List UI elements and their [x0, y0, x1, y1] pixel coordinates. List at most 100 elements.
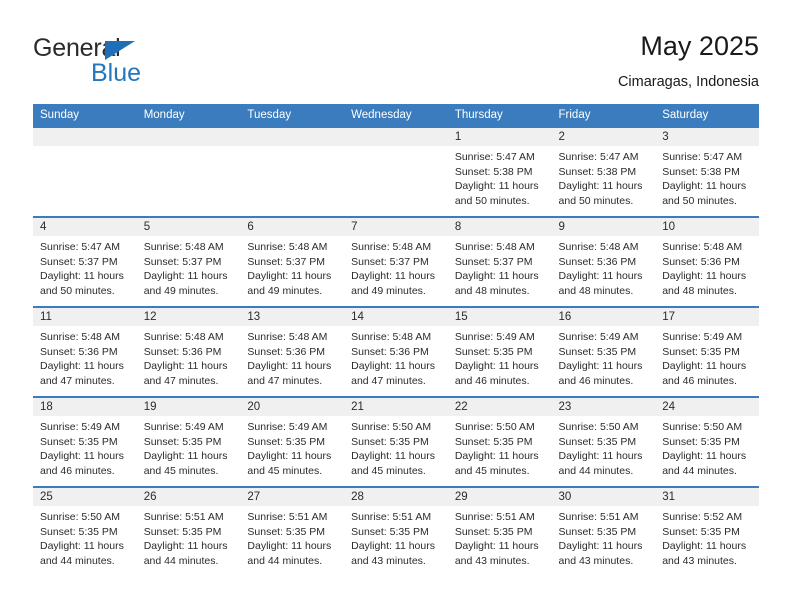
daylight-text-line2: and 44 minutes. [143, 554, 219, 567]
day-number: 27 [240, 488, 345, 506]
calendar-day-cell[interactable]: 8 Sunrise: 5:48 AM Sunset: 5:37 PM Daylight… [447, 216, 552, 307]
daylight-text-line1: Daylight: 11 hours [454, 450, 539, 463]
calendar-day-cell[interactable]: 22 Sunrise: 5:50 AM Sunset: 5:35 PM Dayligh… [447, 396, 552, 487]
day-details: Sunrise: 5:47 AM Sunset: 5:37 PM Daylight:… [33, 236, 137, 298]
calendar-day-cell[interactable]: 3 Sunrise: 5:47 AM Sunset: 5:38 PM Daylight… [655, 126, 759, 217]
daylight-text-line1: Daylight: 11 hours [662, 450, 747, 463]
calendar-day-cell[interactable]: 20 Sunrise: 5:49 AM Sunset: 5:35 PM Dayligh… [240, 396, 345, 487]
daylight-text-line2: and 49 minutes. [247, 284, 323, 297]
daylight-text-line1: Daylight: 11 hours [40, 450, 124, 463]
cell-inner: 7 Sunrise: 5:48 AM Sunset: 5:37 PM Daylight… [344, 218, 448, 306]
calendar-day-cell[interactable]: 28 Sunrise: 5:51 AM Sunset: 5:35 PM Dayligh… [344, 486, 448, 576]
day-details: Sunrise: 5:48 AM Sunset: 5:36 PM Daylight:… [137, 326, 241, 388]
day-number: 28 [344, 488, 448, 506]
cell-inner [344, 128, 448, 216]
calendar-day-cell[interactable]: 29 Sunrise: 5:51 AM Sunset: 5:35 PM Dayligh… [447, 486, 552, 576]
day-details: Sunrise: 5:48 AM Sunset: 5:36 PM Daylight:… [655, 236, 759, 298]
calendar-day-cell[interactable]: 24 Sunrise: 5:50 AM Sunset: 5:35 PM Dayligh… [655, 396, 759, 487]
cell-inner: 11 Sunrise: 5:48 AM Sunset: 5:36 PM Dayligh… [33, 308, 137, 396]
calendar-body: 1 Sunrise: 5:47 AM Sunset: 5:38 PM Daylight… [33, 126, 759, 576]
calendar-day-cell[interactable]: 23 Sunrise: 5:50 AM Sunset: 5:35 PM Dayligh… [551, 396, 656, 487]
daylight-text-line2: and 48 minutes. [454, 284, 530, 297]
day-number: 23 [551, 398, 656, 416]
day-number: 8 [447, 218, 552, 236]
sunset-text: Sunset: 5:35 PM [247, 435, 326, 448]
day-details: Sunrise: 5:50 AM Sunset: 5:35 PM Daylight:… [448, 416, 552, 478]
day-number: 17 [655, 308, 759, 326]
daylight-text-line2: and 47 minutes. [247, 374, 323, 387]
calendar-day-cell[interactable]: 19 Sunrise: 5:49 AM Sunset: 5:35 PM Dayligh… [136, 396, 241, 487]
cell-inner: 23 Sunrise: 5:50 AM Sunset: 5:35 PM Dayligh… [551, 398, 656, 486]
calendar-day-cell[interactable]: 13 Sunrise: 5:48 AM Sunset: 5:36 PM Dayligh… [240, 306, 345, 397]
sunrise-text: Sunrise: 5:48 AM [143, 331, 224, 343]
day-details: Sunrise: 5:52 AM Sunset: 5:35 PM Daylight:… [655, 506, 759, 568]
daylight-text-line1: Daylight: 11 hours [40, 540, 124, 553]
day-details: Sunrise: 5:50 AM Sunset: 5:35 PM Daylight:… [655, 416, 759, 478]
cell-inner [33, 128, 137, 216]
day-details: Sunrise: 5:48 AM Sunset: 5:36 PM Daylight:… [552, 236, 656, 298]
calendar-day-cell[interactable]: 30 Sunrise: 5:51 AM Sunset: 5:35 PM Dayligh… [551, 486, 656, 576]
calendar-day-cell[interactable]: 1 Sunrise: 5:47 AM Sunset: 5:38 PM Daylight… [447, 126, 552, 217]
day-number: 12 [136, 308, 241, 326]
day-number: 5 [136, 218, 241, 236]
daylight-text-line1: Daylight: 11 hours [662, 270, 747, 283]
calendar-day-cell[interactable]: 7 Sunrise: 5:48 AM Sunset: 5:37 PM Daylight… [344, 216, 448, 307]
calendar-day-cell[interactable]: 14 Sunrise: 5:48 AM Sunset: 5:36 PM Dayligh… [344, 306, 448, 397]
sunrise-text: Sunrise: 5:48 AM [662, 241, 743, 253]
day-details: Sunrise: 5:48 AM Sunset: 5:37 PM Daylight:… [137, 236, 241, 298]
cell-inner: 28 Sunrise: 5:51 AM Sunset: 5:35 PM Dayligh… [344, 488, 448, 576]
cell-inner: 2 Sunrise: 5:47 AM Sunset: 5:38 PM Daylight… [551, 128, 656, 216]
day-number [240, 128, 345, 146]
calendar-day-cell[interactable]: 16 Sunrise: 5:49 AM Sunset: 5:35 PM Dayligh… [551, 306, 656, 397]
calendar-day-cell[interactable]: 5 Sunrise: 5:48 AM Sunset: 5:37 PM Daylight… [136, 216, 241, 307]
calendar-day-cell[interactable]: 17 Sunrise: 5:49 AM Sunset: 5:35 PM Dayligh… [655, 306, 759, 397]
day-number: 29 [447, 488, 552, 506]
calendar-day-cell[interactable]: 25 Sunrise: 5:50 AM Sunset: 5:35 PM Dayligh… [33, 486, 137, 576]
sunrise-text: Sunrise: 5:47 AM [558, 151, 639, 163]
calendar-day-cell[interactable]: 27 Sunrise: 5:51 AM Sunset: 5:35 PM Dayligh… [240, 486, 345, 576]
generalblue-logo[interactable]: General Blue [33, 34, 213, 87]
sunset-text: Sunset: 5:35 PM [454, 345, 533, 358]
calendar-cell-empty [33, 126, 137, 217]
calendar-day-cell[interactable]: 9 Sunrise: 5:48 AM Sunset: 5:36 PM Daylight… [551, 216, 656, 307]
day-number: 22 [447, 398, 552, 416]
calendar-week-row: 18 Sunrise: 5:49 AM Sunset: 5:35 PM Dayligh… [33, 396, 759, 487]
daylight-text-line2: and 43 minutes. [558, 554, 634, 567]
sunrise-text: Sunrise: 5:49 AM [662, 331, 743, 343]
day-details: Sunrise: 5:48 AM Sunset: 5:36 PM Daylight:… [240, 326, 344, 388]
daylight-text-line2: and 43 minutes. [454, 554, 530, 567]
sunrise-text: Sunrise: 5:48 AM [454, 241, 535, 253]
calendar-page: General Blue May 2025 Cimaragas, Indones… [0, 0, 792, 612]
calendar-day-cell[interactable]: 11 Sunrise: 5:48 AM Sunset: 5:36 PM Dayligh… [33, 306, 137, 397]
sunrise-text: Sunrise: 5:48 AM [351, 331, 432, 343]
daylight-text-line2: and 44 minutes. [558, 464, 634, 477]
calendar-day-cell[interactable]: 18 Sunrise: 5:49 AM Sunset: 5:35 PM Dayligh… [33, 396, 137, 487]
sunrise-text: Sunrise: 5:50 AM [40, 511, 120, 523]
day-details: Sunrise: 5:47 AM Sunset: 5:38 PM Daylight:… [552, 146, 656, 208]
sunset-text: Sunset: 5:37 PM [40, 255, 118, 268]
sunset-text: Sunset: 5:35 PM [558, 345, 637, 358]
sunrise-text: Sunrise: 5:51 AM [143, 511, 224, 523]
sunrise-text: Sunrise: 5:49 AM [143, 421, 224, 433]
calendar-day-cell[interactable]: 15 Sunrise: 5:49 AM Sunset: 5:35 PM Dayligh… [447, 306, 552, 397]
sunrise-text: Sunrise: 5:50 AM [454, 421, 535, 433]
calendar-day-cell[interactable]: 26 Sunrise: 5:51 AM Sunset: 5:35 PM Dayligh… [136, 486, 241, 576]
calendar-day-cell[interactable]: 31 Sunrise: 5:52 AM Sunset: 5:35 PM Dayligh… [655, 486, 759, 576]
sunset-text: Sunset: 5:36 PM [143, 345, 222, 358]
calendar-cell-empty [240, 126, 345, 217]
daylight-text-line1: Daylight: 11 hours [558, 270, 643, 283]
calendar-day-cell[interactable]: 10 Sunrise: 5:48 AM Sunset: 5:36 PM Dayligh… [655, 216, 759, 307]
calendar-day-cell[interactable]: 4 Sunrise: 5:47 AM Sunset: 5:37 PM Daylight… [33, 216, 137, 307]
calendar-day-cell[interactable]: 2 Sunrise: 5:47 AM Sunset: 5:38 PM Daylight… [551, 126, 656, 217]
daylight-text-line2: and 45 minutes. [454, 464, 530, 477]
calendar-day-cell[interactable]: 12 Sunrise: 5:48 AM Sunset: 5:36 PM Dayligh… [136, 306, 241, 397]
daylight-text-line1: Daylight: 11 hours [351, 540, 435, 553]
calendar-day-cell[interactable]: 6 Sunrise: 5:48 AM Sunset: 5:37 PM Daylight… [240, 216, 345, 307]
cell-inner: 24 Sunrise: 5:50 AM Sunset: 5:35 PM Dayligh… [655, 398, 759, 486]
daylight-text-line1: Daylight: 11 hours [558, 450, 643, 463]
cell-inner: 13 Sunrise: 5:48 AM Sunset: 5:36 PM Dayligh… [240, 308, 345, 396]
daylight-text-line2: and 49 minutes. [351, 284, 426, 297]
weekday-header-saturday: Saturday [655, 104, 759, 127]
logo-text-blue: Blue [91, 59, 142, 87]
calendar-day-cell[interactable]: 21 Sunrise: 5:50 AM Sunset: 5:35 PM Dayligh… [344, 396, 448, 487]
